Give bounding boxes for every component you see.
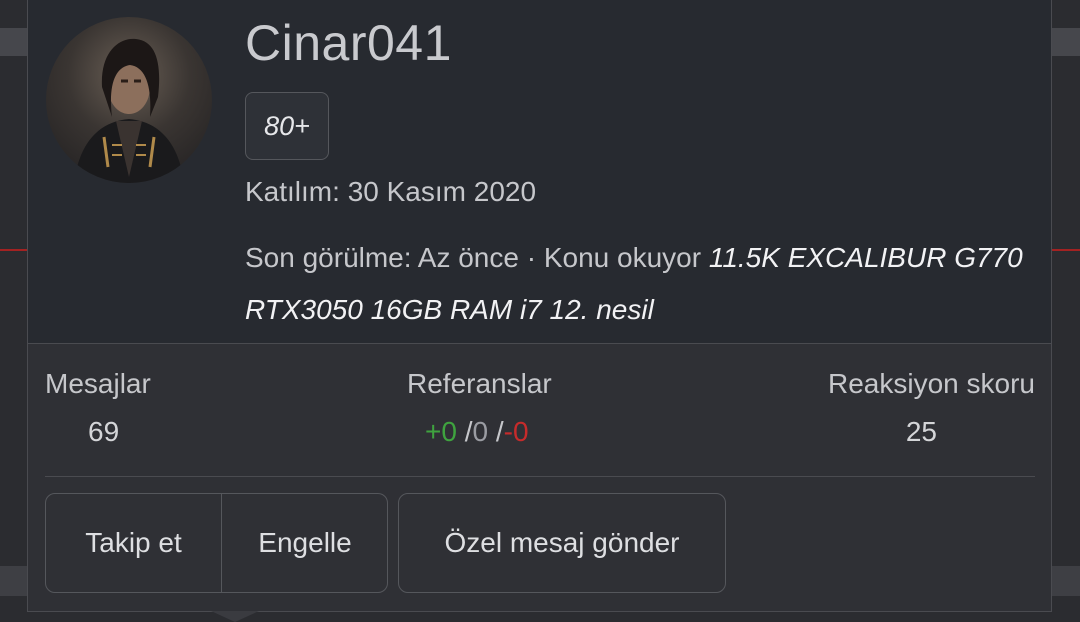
- background-accent-line: [0, 249, 28, 251]
- stat-references-label: Referanslar: [407, 368, 552, 399]
- member-tooltip-card: Cinar041 80+ Katılım: 30 Kasım 2020 Son …: [27, 0, 1052, 612]
- joined-date: Katılım: 30 Kasım 2020: [245, 176, 537, 207]
- stat-messages-label: Mesajlar: [45, 368, 151, 399]
- stat-messages-value: 69: [88, 416, 120, 447]
- stat-references: Referanslar +0 /0 /-0: [407, 368, 552, 448]
- stat-messages[interactable]: Mesajlar 69: [45, 368, 151, 448]
- references-neutral: 0: [472, 416, 489, 447]
- member-stats: Mesajlar 69 Referanslar +0 /0 /-0 Reaksi…: [28, 344, 1051, 476]
- private-message-button[interactable]: Özel mesaj gönder: [398, 493, 726, 593]
- tooltip-pointer: [211, 611, 259, 622]
- stat-reaction-label: Reaksiyon skoru: [828, 368, 1035, 399]
- avatar[interactable]: [46, 17, 212, 183]
- stat-references-value: +0 /0 /-0: [407, 416, 552, 448]
- follow-ignore-group: Takip et Engelle: [45, 493, 388, 593]
- username[interactable]: Cinar041: [245, 14, 452, 72]
- user-title-badge: 80+: [245, 92, 329, 160]
- references-separator: /: [495, 416, 504, 447]
- divider: [45, 476, 1035, 477]
- ignore-button[interactable]: Engelle: [222, 494, 387, 592]
- background-accent-line: [1052, 249, 1080, 251]
- last-seen-text: Son görülme: Az önce · Konu okuyor: [245, 242, 709, 273]
- stat-reaction-score[interactable]: Reaksiyon skoru 25: [828, 368, 1035, 448]
- last-seen: Son görülme: Az önce · Konu okuyor 11.5K…: [245, 232, 1035, 336]
- stat-reaction-value: 25: [905, 416, 937, 447]
- avatar-image: [74, 38, 184, 183]
- references-positive: +0: [425, 416, 457, 447]
- references-separator: /: [464, 416, 473, 447]
- references-negative: -0: [503, 416, 529, 447]
- member-header: Cinar041 80+ Katılım: 30 Kasım 2020 Son …: [28, 0, 1051, 344]
- follow-button[interactable]: Takip et: [46, 494, 222, 592]
